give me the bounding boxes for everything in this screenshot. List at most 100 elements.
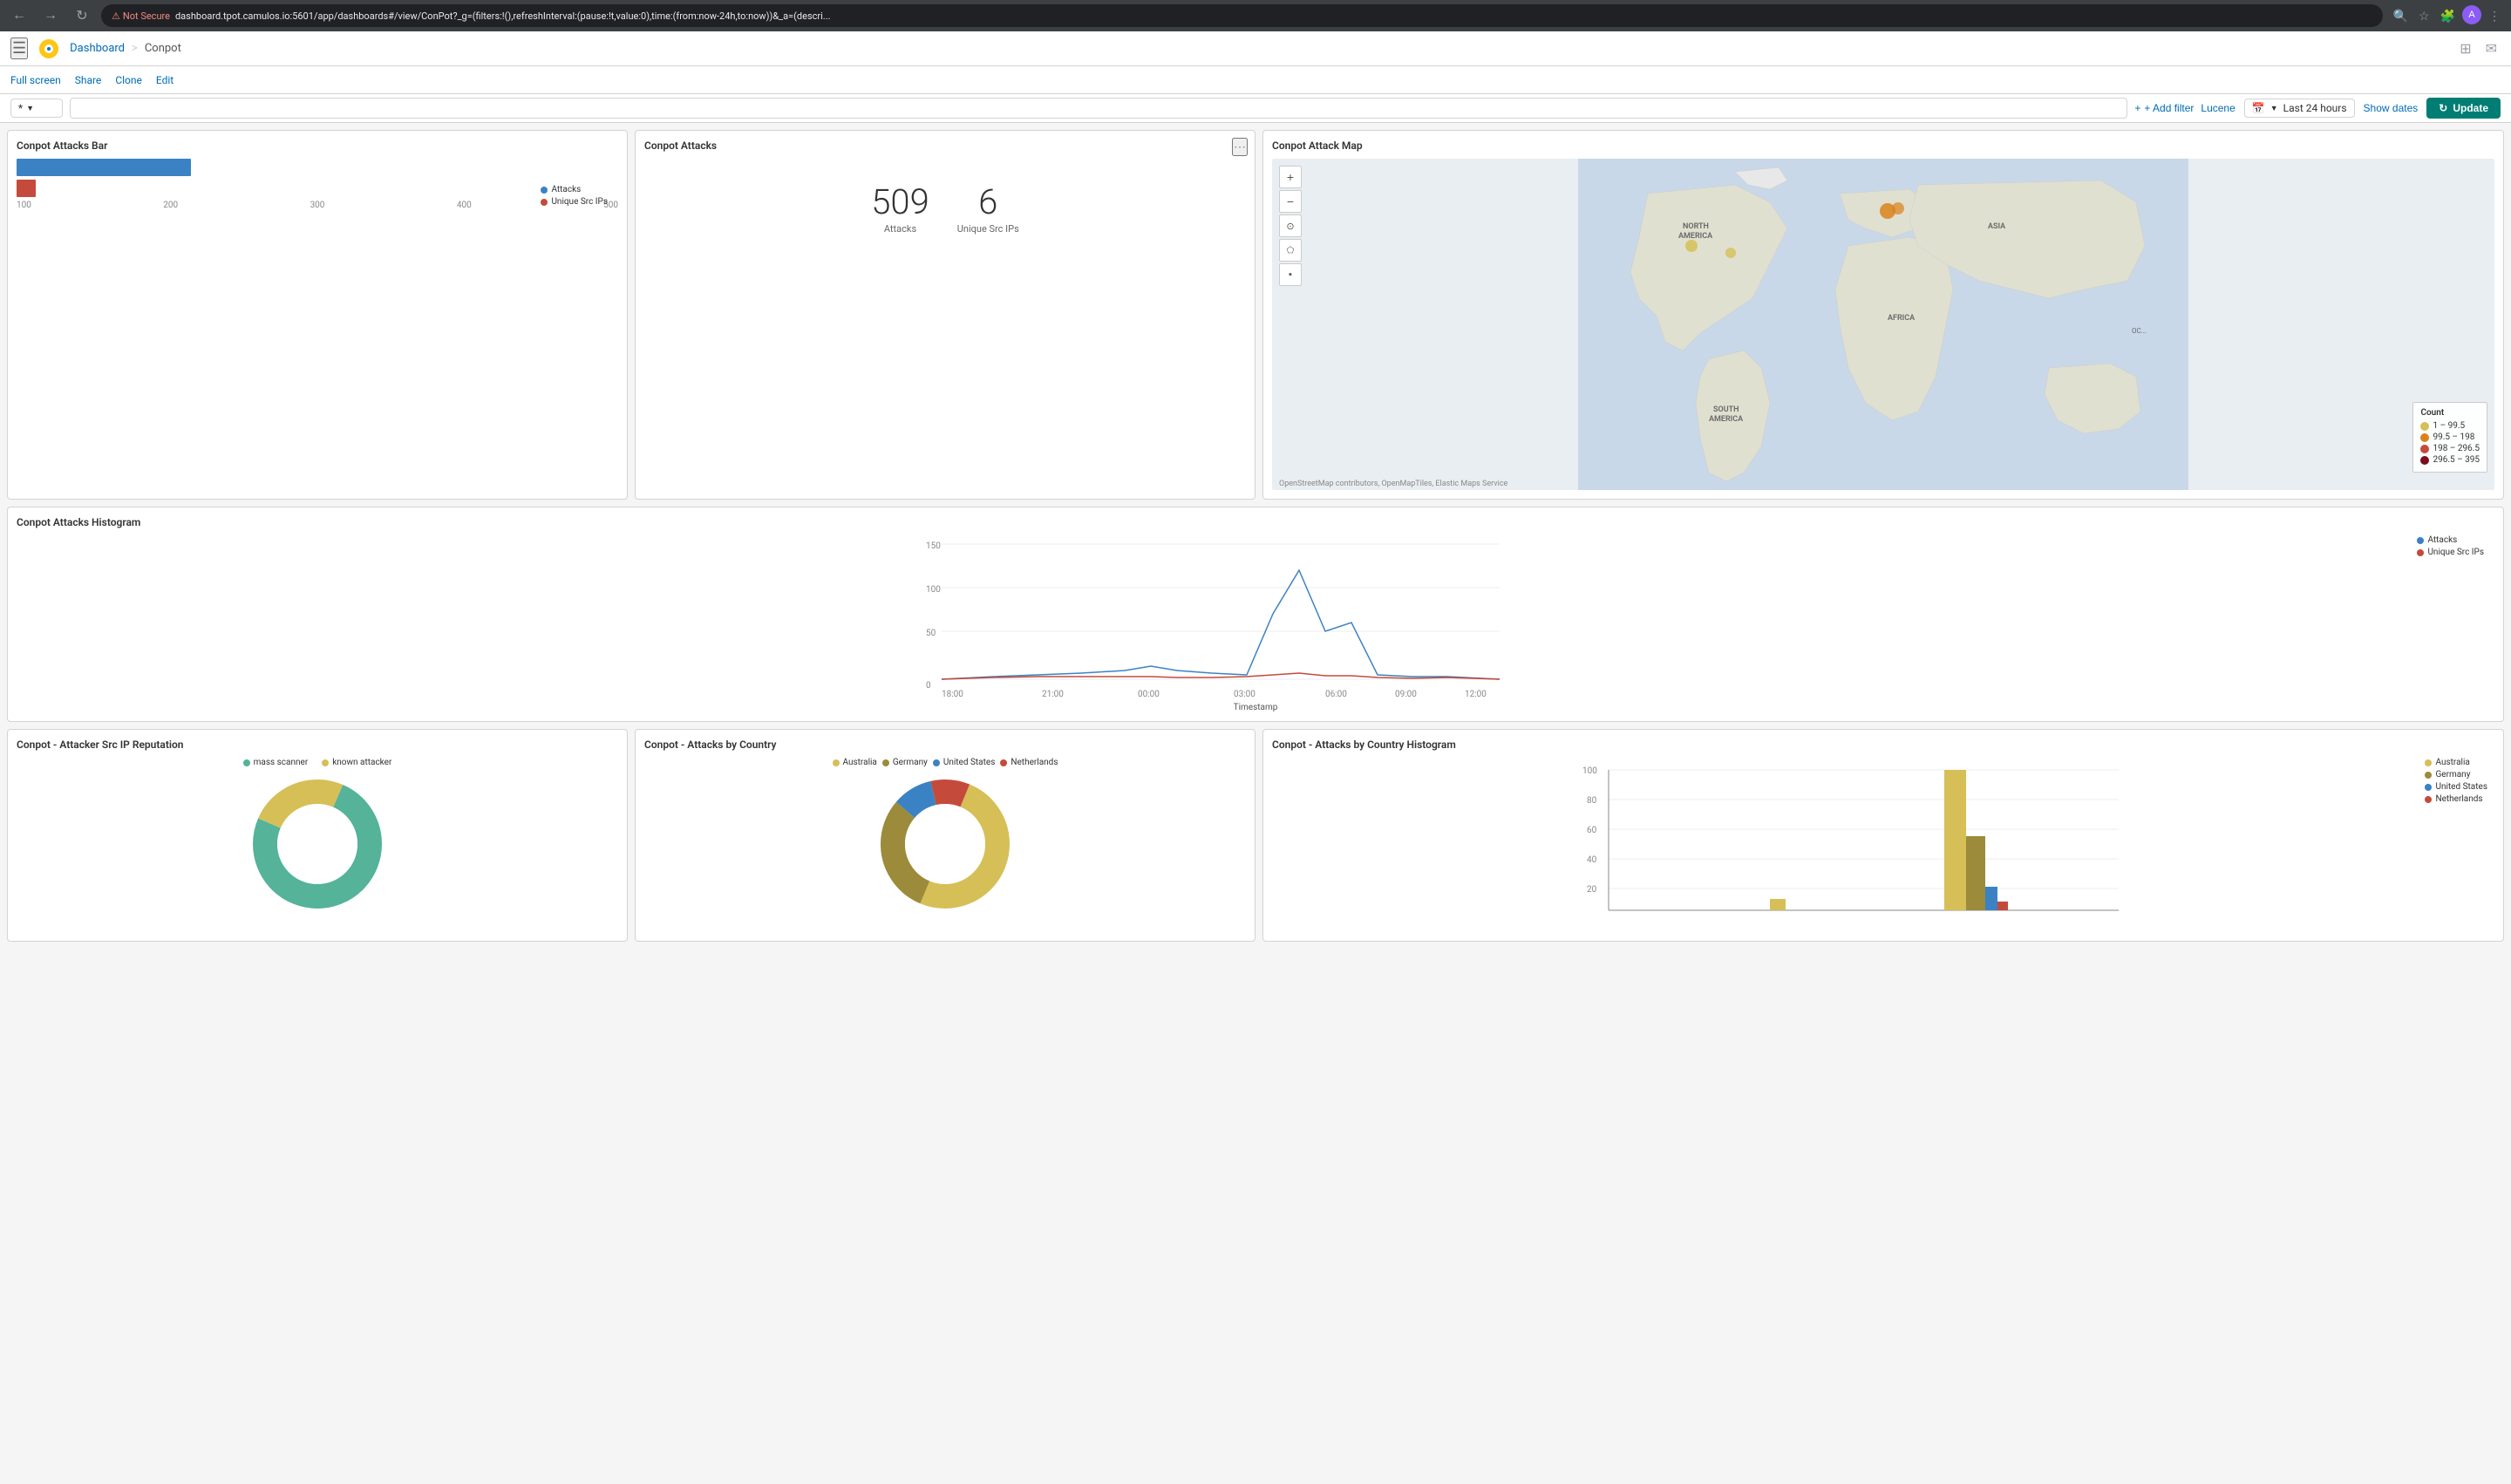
australia-dot	[833, 759, 840, 766]
draw-tool-button[interactable]: ⬠	[1279, 239, 1302, 262]
browser-extension-button[interactable]: 🧩	[2437, 5, 2459, 27]
browser-menu-button[interactable]: ⋮	[2485, 5, 2504, 27]
map-attribution: OpenStreetMap contributors, OpenMapTiles…	[1279, 480, 1507, 488]
ch-australia-legend: Australia	[2425, 758, 2487, 767]
zoom-out-button[interactable]: −	[1279, 190, 1302, 213]
australia-legend: Australia	[833, 758, 877, 767]
legend-dot-range3	[2420, 445, 2429, 453]
bar-attacks	[17, 159, 191, 176]
bar-red-country	[1997, 902, 2008, 910]
histogram-legend-attacks: Attacks	[2417, 535, 2484, 545]
reset-zoom-button[interactable]: ⊙	[1279, 214, 1302, 237]
breadcrumb: Dashboard > Conpot	[70, 42, 181, 55]
bar-gold-small2	[1770, 899, 1786, 910]
fullscreen-link[interactable]: Full screen	[10, 74, 61, 86]
browser-bookmark-button[interactable]: ☆	[2415, 5, 2433, 27]
legend-dot-range4	[2420, 456, 2429, 465]
histogram-panel: Conpot Attacks Histogram Attacks Unique …	[7, 507, 2504, 722]
map-legend-title: Count	[2420, 408, 2480, 418]
unique-src-dot	[541, 199, 548, 206]
attacks-stats-title: Conpot Attacks	[644, 140, 1246, 152]
us-legend: United States	[933, 758, 996, 767]
us-dot	[933, 759, 940, 766]
bar-row-unique	[17, 180, 618, 197]
unique-count-block: 6 Unique Src IPs	[957, 185, 1019, 235]
attacks-bar-panel: Conpot Attacks Bar Attacks Unique Src IP…	[7, 130, 628, 500]
unique-label: Unique Src IPs	[957, 223, 1019, 235]
country-legend: Australia Germany United States Netherla…	[644, 758, 1246, 767]
attacks-dot	[541, 187, 548, 194]
attacks-label: Attacks	[871, 223, 929, 235]
legend-dot-range2	[2420, 433, 2429, 442]
svg-text:21:00: 21:00	[1042, 690, 1064, 699]
not-secure-indicator: ⚠ Not Secure	[112, 10, 170, 22]
svg-text:ASIA: ASIA	[1988, 222, 2005, 231]
chevron-down-icon2: ▼	[2270, 104, 2278, 113]
time-label: Last 24 hours	[2283, 102, 2347, 114]
forward-button[interactable]: →	[38, 3, 63, 28]
back-button[interactable]: ←	[7, 3, 31, 28]
ch-us-dot	[2425, 784, 2432, 791]
attacks-stats-panel: Conpot Attacks ⋯ 509 Attacks 6 Unique Sr…	[635, 130, 1256, 500]
legend-dot-range1	[2420, 422, 2429, 431]
rectangle-tool-button[interactable]: ▪	[1279, 263, 1302, 286]
netherlands-dot	[1000, 759, 1007, 766]
svg-text:150: 150	[926, 541, 941, 551]
svg-text:60: 60	[1587, 826, 1597, 835]
panel-menu-button[interactable]: ⋯	[1232, 138, 1248, 156]
map-legend-range1: 1 – 99.5	[2420, 421, 2480, 431]
browser-search-button[interactable]: 🔍	[2390, 5, 2412, 27]
update-button[interactable]: ↻ Update	[2426, 98, 2501, 119]
bar-axis: 100 200 300 400 500	[17, 201, 618, 210]
svg-text:18:00: 18:00	[942, 690, 963, 699]
toolbar: Full screen Share Clone Edit	[0, 66, 2511, 94]
svg-text:AFRICA: AFRICA	[1888, 314, 1915, 323]
country-histogram-svg: 100 80 60 40 20	[1272, 758, 2494, 932]
ch-netherlands-dot	[2425, 796, 2432, 803]
breadcrumb-dashboard[interactable]: Dashboard	[70, 42, 125, 55]
ch-germany-legend: Germany	[2425, 770, 2487, 779]
svg-text:12:00: 12:00	[1465, 690, 1487, 699]
clone-link[interactable]: Clone	[115, 74, 142, 86]
svg-text:09:00: 09:00	[1395, 690, 1417, 699]
chevron-down-icon: ▼	[26, 104, 34, 113]
hamburger-menu-button[interactable]: ☰	[10, 37, 28, 59]
index-selector[interactable]: * ▼	[10, 99, 63, 118]
attacks-bar-legend: Attacks Unique Src IPs	[541, 185, 608, 207]
edit-link[interactable]: Edit	[156, 74, 174, 86]
show-dates-button[interactable]: Show dates	[2364, 102, 2419, 114]
refresh-icon: ↻	[2439, 102, 2447, 114]
row2: Conpot Attacks Histogram Attacks Unique …	[7, 507, 2504, 722]
ch-us-legend: United States	[2425, 782, 2487, 792]
address-bar[interactable]: ⚠ Not Secure dashboard.tpot.camulos.io:5…	[101, 4, 2383, 27]
lucene-button[interactable]: Lucene	[2201, 102, 2235, 114]
country-donut-center	[905, 804, 985, 884]
row3: Conpot - Attacker Src IP Reputation mass…	[7, 729, 2504, 942]
attacks-count: 509	[871, 185, 929, 220]
map-background: NORTH AMERICA SOUTH AMERICA ASIA AFRICA …	[1272, 159, 2494, 490]
bar-unique	[17, 180, 36, 197]
svg-text:AMERICA: AMERICA	[1678, 232, 1712, 241]
display-settings-button[interactable]: ⊞	[2456, 37, 2474, 61]
mail-button[interactable]: ✉	[2482, 37, 2501, 61]
plus-icon: +	[2134, 102, 2140, 114]
breadcrumb-separator: >	[132, 42, 138, 55]
search-input[interactable]	[70, 98, 2127, 119]
zoom-in-button[interactable]: +	[1279, 166, 1302, 188]
ip-donut-svg	[248, 774, 387, 914]
add-filter-button[interactable]: + + Add filter	[2134, 102, 2194, 114]
browser-account-button[interactable]: A	[2462, 5, 2481, 24]
warning-icon: ⚠	[112, 10, 120, 22]
ch-germany-dot	[2425, 772, 2432, 779]
share-link[interactable]: Share	[75, 74, 102, 86]
time-picker[interactable]: 📅 ▼ Last 24 hours	[2244, 99, 2355, 118]
histogram-legend-unique: Unique Src IPs	[2417, 548, 2484, 557]
ch-netherlands-legend: Netherlands	[2425, 794, 2487, 804]
browser-chrome: ← → ↻ ⚠ Not Secure dashboard.tpot.camulo…	[0, 0, 2511, 31]
attacks-count-block: 509 Attacks	[871, 185, 929, 235]
reload-button[interactable]: ↻	[70, 3, 94, 28]
germany-dot	[882, 759, 889, 766]
histogram-chart: 150 100 50 0 18:00 21:00 0	[17, 535, 2494, 710]
legend-unique-src: Unique Src IPs	[541, 197, 608, 207]
histogram-legend: Attacks Unique Src IPs	[2417, 535, 2484, 557]
